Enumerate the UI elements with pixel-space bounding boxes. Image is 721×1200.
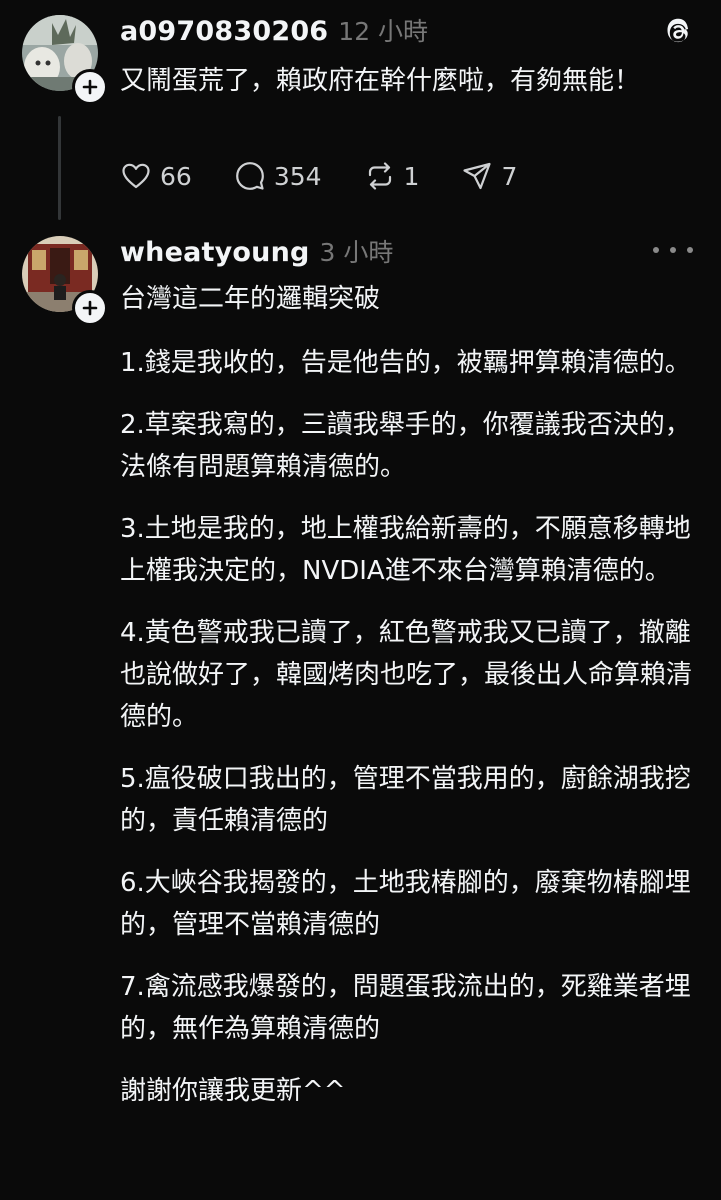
reply-button[interactable]: 354 <box>234 160 322 192</box>
repost-count: 1 <box>403 161 420 191</box>
like-count: 66 <box>160 161 192 191</box>
post-paragraph: 2.草案我寫的，三讀我舉手的，你覆議我否決的，法條有問題算賴清德的。 <box>120 410 691 482</box>
action-bar: 66 354 1 7 <box>120 160 517 192</box>
more-options-icon[interactable] <box>653 240 693 260</box>
dot <box>670 247 676 253</box>
timestamp: 12 小時 <box>338 17 429 46</box>
dot <box>687 247 693 253</box>
dot <box>653 247 659 253</box>
follow-button[interactable] <box>72 290 108 326</box>
post-content: 又鬧蛋荒了，賴政府在幹什麼啦，有夠無能！ <box>120 60 692 102</box>
threads-logo-icon[interactable] <box>663 17 693 47</box>
share-icon <box>463 162 492 190</box>
post-content: 台灣這二年的邏輯突破 1.錢是我收的，告是他告的，被羈押算賴清德的。 2.草案我… <box>120 278 692 1132</box>
comment-icon <box>235 162 264 190</box>
plus-icon <box>82 300 98 316</box>
post-paragraph: 台灣這二年的邏輯突破 <box>120 284 381 314</box>
post-text: 又鬧蛋荒了，賴政府在幹什麼啦，有夠無能！ <box>120 66 641 96</box>
like-button[interactable]: 66 <box>120 160 192 192</box>
post-paragraph: 1.錢是我收的，告是他告的，被羈押算賴清德的。 <box>120 348 691 378</box>
follow-button[interactable] <box>72 69 108 105</box>
post-header: wheatyoung 3 小時 <box>120 233 393 269</box>
username[interactable]: a0970830206 <box>120 16 328 47</box>
timestamp: 3 小時 <box>319 238 394 267</box>
heart-icon <box>122 163 150 189</box>
post-paragraph: 謝謝你讓我更新^^ <box>120 1076 346 1106</box>
post-paragraph: 3.土地是我的，地上權我給新壽的，不願意移轉地上權我決定的，NVDIA進不來台灣… <box>120 514 691 586</box>
share-count: 7 <box>501 161 518 191</box>
post-header: a0970830206 12 小時 <box>120 12 428 48</box>
reply-count: 354 <box>273 161 322 191</box>
repost-icon <box>368 162 391 190</box>
post-paragraph: 6.大峽谷我揭發的，土地我椿腳的，廢棄物椿腳埋的，管理不當賴清德的 <box>120 868 691 940</box>
post-paragraph: 4.黃色警戒我已讀了，紅色警戒我又已讀了，撤離也說做好了，韓國烤肉也吃了，最後出… <box>120 618 693 732</box>
post-paragraph: 5.瘟役破口我出的，管理不當我用的，廚餘湖我挖的，責任賴清德的 <box>120 764 691 836</box>
username[interactable]: wheatyoung <box>120 237 310 268</box>
post-paragraph: 7.禽流感我爆發的，問題蛋我流出的，死雞業者埋的，無作為算賴清德的 <box>120 972 691 1044</box>
share-button[interactable]: 7 <box>461 160 517 192</box>
thread-connector-line <box>58 116 61 220</box>
plus-icon <box>82 79 98 95</box>
repost-button[interactable]: 1 <box>364 160 420 192</box>
